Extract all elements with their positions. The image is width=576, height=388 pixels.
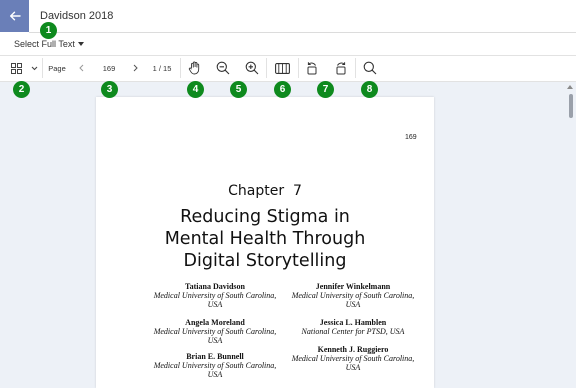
author-name: Angela Moreland — [185, 318, 245, 327]
annotation-badge: 5 — [230, 81, 247, 98]
rotate-counterclockwise-button[interactable] — [304, 60, 320, 76]
thumbnails-options-button[interactable] — [29, 60, 39, 76]
annotation-badge: 4 — [187, 81, 204, 98]
author-name: Kenneth J. Ruggiero — [317, 345, 389, 354]
document-title: Davidson 2018 — [40, 10, 114, 22]
two-page-icon — [274, 62, 290, 74]
page-label: Page — [48, 63, 66, 73]
arrow-left-icon — [9, 11, 21, 21]
author-block: Angela Moreland Medical University of So… — [140, 318, 290, 345]
annotation-badge: 2 — [13, 81, 30, 98]
rotate-counterclockwise-icon — [307, 62, 317, 75]
hand-pan-icon — [188, 61, 199, 75]
previous-page-button[interactable] — [76, 60, 86, 76]
chapter-title-line: Digital Storytelling — [183, 251, 347, 271]
divider — [0, 55, 576, 56]
zoom-out-button[interactable] — [215, 60, 231, 76]
author-name: Jessica L. Hamblen — [319, 318, 387, 327]
zoom-in-icon — [245, 61, 259, 75]
author-name: Jennifer Winkelmann — [315, 282, 391, 291]
author-affiliation: Medical University of South Carolina, — [291, 354, 415, 363]
author-affiliation: Medical University of South Carolina, — [153, 291, 277, 300]
author-affiliation: Medical University of South Carolina, — [291, 291, 415, 300]
two-page-view-button[interactable] — [273, 60, 291, 76]
chevron-right-icon — [133, 64, 138, 72]
printed-page-number: 169 — [405, 134, 417, 141]
page-count: 1 / 15 — [152, 63, 172, 73]
thumbnails-button[interactable] — [9, 60, 23, 76]
grid-icon — [10, 62, 22, 74]
chevron-left-icon — [78, 64, 83, 72]
author-affiliation: USA — [345, 363, 361, 372]
back-button[interactable] — [0, 0, 29, 32]
search-button[interactable] — [362, 60, 378, 76]
divider — [266, 58, 267, 78]
rotate-clockwise-button[interactable] — [333, 60, 349, 76]
chapter-title: Reducing Stigma in Mental Health Through… — [96, 206, 434, 272]
author-block: Kenneth J. Ruggiero Medical University o… — [278, 345, 428, 372]
pan-tool-button[interactable] — [186, 60, 202, 76]
author-affiliation: USA — [207, 336, 223, 345]
annotation-badge: 7 — [317, 81, 334, 98]
zoom-in-button[interactable] — [244, 60, 260, 76]
author-name: Tatiana Davidson — [185, 282, 245, 291]
annotation-badge: 6 — [274, 81, 291, 98]
divider — [42, 58, 43, 78]
chevron-down-icon — [31, 66, 37, 70]
rotate-clockwise-icon — [336, 62, 346, 75]
author-block: Brian E. Bunnell Medical University of S… — [140, 352, 290, 379]
annotation-badge: 1 — [40, 22, 57, 39]
chapter-title-line: Reducing Stigma in — [180, 207, 350, 227]
divider — [298, 58, 299, 78]
chapter-heading: Chapter 7 — [228, 183, 302, 199]
author-block: Tatiana Davidson Medical University of S… — [140, 282, 290, 309]
scroll-up-arrow-icon[interactable] — [567, 85, 573, 89]
select-full-text-label: Select Full Text — [14, 39, 75, 49]
divider — [180, 58, 181, 78]
author-affiliation: Medical University of South Carolina, — [153, 327, 277, 336]
author-block: Jennifer Winkelmann Medical University o… — [278, 282, 428, 309]
scrollbar-track[interactable] — [566, 82, 576, 388]
author-affiliation: USA — [207, 300, 223, 309]
divider — [29, 32, 576, 33]
author-block: Jessica L. Hamblen National Center for P… — [278, 318, 428, 336]
author-affiliation: Medical University of South Carolina, — [153, 361, 277, 370]
select-full-text-dropdown[interactable]: Select Full Text — [14, 39, 84, 49]
page-number-input[interactable]: 169 — [91, 59, 127, 77]
zoom-out-icon — [216, 61, 230, 75]
chapter-title-line: Mental Health Through — [164, 229, 366, 249]
annotation-badge: 8 — [361, 81, 378, 98]
author-name: Brian E. Bunnell — [186, 352, 244, 361]
caret-down-icon — [77, 42, 84, 46]
author-affiliation: USA — [345, 300, 361, 309]
scrollbar-thumb[interactable] — [569, 94, 573, 118]
author-affiliation: USA — [207, 370, 223, 379]
annotation-badge: 3 — [101, 81, 118, 98]
author-affiliation: National Center for PTSD, USA — [301, 327, 405, 336]
divider — [355, 58, 356, 78]
search-icon — [363, 61, 377, 75]
next-page-button[interactable] — [130, 60, 140, 76]
